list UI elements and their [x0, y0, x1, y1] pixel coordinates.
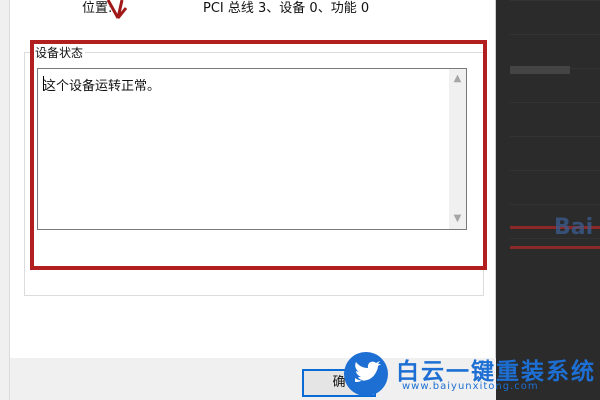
watermark-url: www.baiyunxitong.com: [402, 381, 539, 392]
background-logo-fragment: Bai: [554, 215, 594, 240]
background-text-block: [510, 66, 570, 74]
background-red-strip: [510, 246, 600, 249]
dialog-left-edge: [0, 0, 10, 400]
annotation-arrow-icon: [106, 0, 128, 19]
watermark: 白云一键重装系统 www.baiyunxitong.com: [340, 348, 600, 400]
twitter-bird-icon: [344, 352, 388, 396]
background-window: Bai: [496, 0, 600, 400]
annotation-highlight-box: [30, 40, 487, 270]
location-value: PCI 总线 3、设备 0、功能 0: [203, 1, 370, 16]
